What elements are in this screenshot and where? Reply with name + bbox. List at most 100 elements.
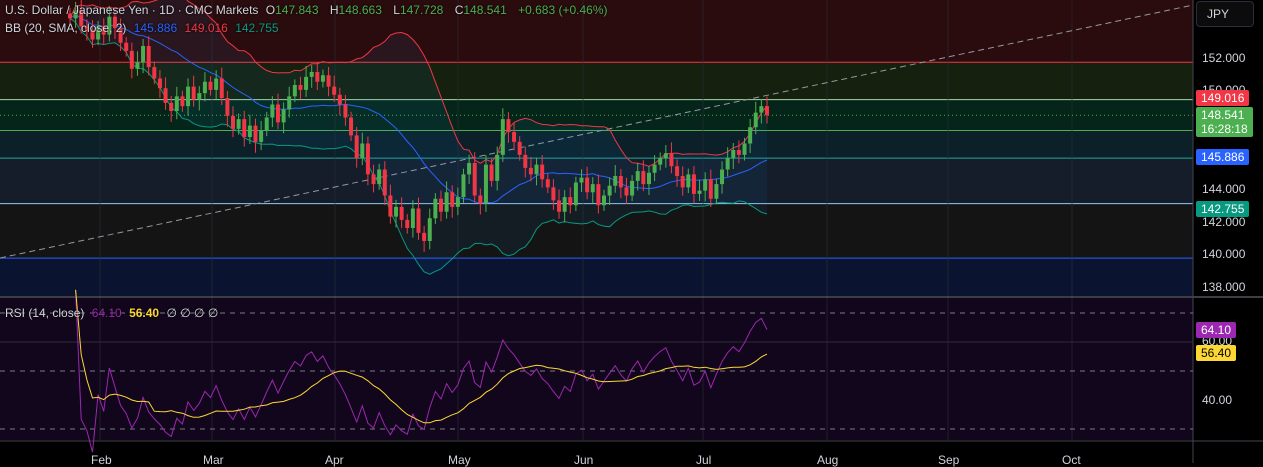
candle-body [219,78,224,98]
candle-body [129,50,134,69]
time-tick: Jun [574,453,594,467]
candle-body [703,179,708,191]
candle-body [264,117,269,131]
symbol-legend: U.S. Dollar / Japanese Yen · 1D · CMC Ma… [5,3,612,17]
l-value: 147.728 [399,3,444,17]
candle-body [512,132,517,142]
candle-body [433,198,438,219]
time-tick: Sep [938,453,960,467]
ohlc-close: C148.541 [455,3,511,17]
candle-body [354,135,359,159]
candle-body [545,179,550,188]
candle-body [225,98,230,116]
candle-body [765,106,769,116]
bb-lower-value: 142.755 [235,21,279,35]
candle-body [736,150,741,155]
candle-body [500,119,505,155]
candle-body [635,171,640,181]
currency-button[interactable]: JPY [1196,1,1254,27]
candle-body [697,190,702,194]
candle-body [186,86,191,107]
candle-body [231,115,236,129]
time-tick: Jul [696,453,712,467]
price-chart[interactable] [0,0,1263,463]
o-label: O [265,3,276,17]
candle-body [562,197,567,212]
candle-body [377,169,382,185]
candle-body [349,117,354,136]
candle-body [590,184,595,193]
last-price: 148.541 [1201,108,1245,122]
rsi-legend[interactable]: RSI (14, close) 64.10 56.40 ∅ ∅ ∅ ∅ [5,306,222,320]
candle-body [247,125,252,137]
candle-body [663,153,668,159]
candle-body [135,62,140,69]
candle-body [753,112,758,128]
candle-body [618,176,623,188]
candle-body [371,174,376,185]
bar-countdown: 16:28:18 [1201,122,1248,136]
symbol-title: U.S. Dollar / Japanese Yen · 1D · CMC Ma… [5,3,259,17]
candle-body [410,208,415,228]
candle-body [680,176,685,188]
c-value: 148.541 [463,3,507,17]
candle-body [309,72,314,77]
candle-body [517,141,522,155]
candle-body [270,104,275,118]
rsi-ma-badge: 56.40 [1196,345,1237,361]
candle-body [214,78,219,90]
o-value: 147.843 [275,3,319,17]
bb-upper-value: 149.016 [184,21,228,35]
candle-body [742,143,747,155]
candle-body [382,169,387,196]
candle-body [298,85,303,90]
h-value: 148.663 [338,3,382,17]
candle-body [422,232,427,241]
candle-body [495,154,500,181]
candle-body [427,218,432,241]
candle-body [534,164,539,175]
candle-body [416,208,421,233]
candle-body [157,78,162,89]
candle-body [624,187,629,196]
ohlc-high: H148.663 [330,3,386,17]
bb-legend[interactable]: BB (20, SMA, close, 2) 145.886 149.016 1… [5,21,283,35]
candle-body [394,206,399,217]
candle-body [601,195,606,206]
l-label: L [393,3,400,17]
candle-body [444,192,449,212]
candle-body [725,158,730,170]
candle-body [714,184,719,199]
ohlc-open: O147.843 [266,3,323,17]
candle-body [388,195,393,217]
price-tick: 138.000 [1202,280,1246,294]
candle-body [686,174,691,188]
bb-lower-badge: 142.755 [1196,201,1250,217]
time-tick: Feb [91,453,112,467]
candle-body [568,197,573,206]
candle-body [720,169,725,185]
candle-body [478,195,483,204]
rsi-tick: 40.00 [1202,393,1233,407]
price-tick: 144.000 [1202,182,1246,196]
candle-body [141,46,146,63]
candle-body [191,86,196,100]
candle-body [528,167,533,175]
candle-body [332,86,337,95]
candle-body [259,130,264,142]
candle-body [405,219,410,228]
time-tick: Apr [325,453,344,467]
candle-body [197,93,202,100]
candle-body [731,150,736,159]
candle-body [438,198,443,212]
candle-body [337,94,342,105]
time-tick: May [448,453,471,467]
candle-body [292,85,297,97]
bb-upper-badge: 149.016 [1196,90,1250,106]
time-tick: Aug [817,453,839,467]
ohlc-low: L147.728 [393,3,447,17]
candle-body [315,72,320,82]
candle-body [540,164,545,180]
candle-body [169,102,174,111]
candle-body [202,81,207,94]
